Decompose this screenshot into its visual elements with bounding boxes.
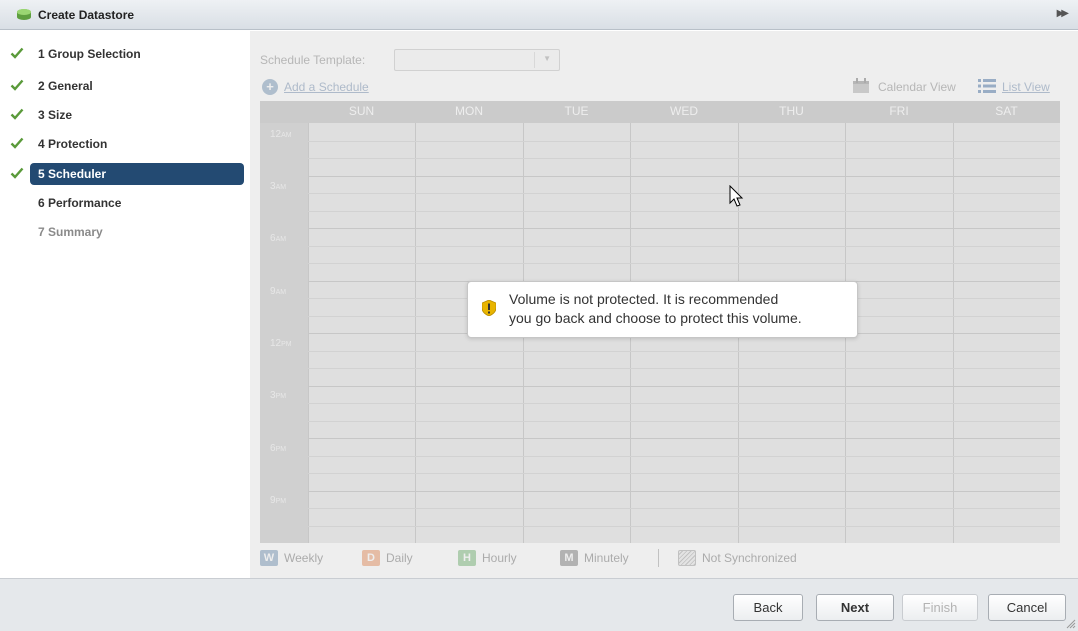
schedule-template-label: Schedule Template: (260, 53, 366, 67)
time-label: 9AM (270, 286, 287, 297)
calendar-icon (853, 78, 869, 93)
mouse-cursor-icon (729, 185, 744, 207)
day-header: TUE (564, 104, 589, 118)
day-header: SAT (995, 104, 1018, 118)
step-label: 7 Summary (38, 225, 103, 239)
hour-row-divider (308, 456, 1060, 457)
hour-row-divider (308, 193, 1060, 194)
hour-row-divider (308, 158, 1060, 159)
step-label: 3 Size (38, 108, 73, 122)
time-column: 12AM 3AM 6AM 9AM 12PM 3PM 6PM 9PM (260, 123, 308, 543)
step-performance[interactable]: 6 Performance (0, 192, 250, 214)
step-size[interactable]: 3 Size (0, 104, 250, 126)
hour-row-divider (308, 351, 1060, 352)
minutely-badge: M (560, 550, 578, 566)
hour-row-divider (308, 176, 1060, 177)
back-button[interactable]: Back (733, 594, 803, 621)
time-label: 12PM (270, 338, 292, 349)
step-label: 2 General (38, 79, 93, 93)
day-header: MON (455, 104, 483, 118)
dropdown-separator (534, 52, 535, 68)
step-label: 6 Performance (38, 196, 122, 210)
step-general[interactable]: 2 General (0, 75, 250, 97)
dialog-title-bar: Create Datastore ▶▶ (0, 0, 1078, 30)
hour-row-divider (308, 421, 1060, 422)
collapse-panel-icon[interactable]: ▶▶ (1057, 8, 1070, 19)
hour-row-divider (308, 246, 1060, 247)
hour-row-divider (308, 368, 1060, 369)
legend-label: Daily (386, 551, 413, 565)
hour-row-divider (308, 141, 1060, 142)
time-label: 6AM (270, 233, 287, 244)
next-button[interactable]: Next (816, 594, 894, 621)
calendar-view-label: Calendar View (878, 80, 956, 94)
hour-row-divider (308, 228, 1060, 229)
add-schedule-label: Add a Schedule (284, 80, 369, 94)
dialog-title: Create Datastore (38, 8, 135, 22)
list-view-label: List View (1002, 80, 1050, 94)
day-header: THU (779, 104, 804, 118)
check-icon (10, 79, 24, 91)
day-header: SUN (348, 104, 375, 118)
time-label: 3AM (270, 181, 287, 192)
time-label: 12AM (270, 129, 292, 140)
time-label: 6PM (270, 443, 287, 454)
step-group-selection[interactable]: 1 Group Selection (0, 43, 250, 65)
daily-badge: D (362, 550, 380, 566)
step-scheduler[interactable]: 5 Scheduler (0, 163, 250, 185)
legend-label: Minutely (584, 551, 629, 565)
check-icon (10, 137, 24, 149)
list-icon (978, 79, 996, 93)
check-icon (10, 47, 24, 59)
hour-row-divider (308, 473, 1060, 474)
hour-row-divider (308, 491, 1060, 492)
datastore-icon (17, 9, 31, 20)
warning-shield-icon (482, 300, 496, 316)
time-label: 3PM (270, 390, 287, 401)
step-protection[interactable]: 4 Protection (0, 133, 250, 155)
day-header: WED (670, 104, 698, 118)
step-label: 1 Group Selection (38, 47, 141, 61)
legend-label: Hourly (482, 551, 517, 565)
hour-row-divider (308, 526, 1060, 527)
check-icon (10, 108, 24, 120)
time-label: 9PM (270, 495, 287, 506)
legend-label: Weekly (284, 551, 324, 565)
finish-button: Finish (902, 594, 978, 621)
calendar-day-header: SUN MON TUE WED THU FRI SAT (260, 101, 1060, 123)
weekly-badge: W (260, 550, 278, 566)
legend-label: Not Synchronized (702, 551, 797, 565)
schedule-legend: W Weekly D Daily H Hourly M Minutely Not… (260, 549, 1060, 569)
step-label: 5 Scheduler (38, 167, 107, 181)
legend-divider (658, 549, 659, 567)
hour-row-divider (308, 263, 1060, 264)
add-icon: + (262, 79, 278, 95)
hour-row-divider (308, 508, 1060, 509)
unprotected-volume-warning: Volume is not protected. It is recommend… (467, 281, 858, 338)
hour-row-divider (308, 211, 1060, 212)
hour-row-divider (308, 403, 1060, 404)
cancel-button[interactable]: Cancel (988, 594, 1066, 621)
hourly-badge: H (458, 550, 476, 566)
wizard-steps-nav: 1 Group Selection 2 General 3 Size 4 Pro… (0, 31, 250, 578)
check-icon (10, 167, 24, 179)
step-summary: 7 Summary (0, 221, 250, 243)
step-label: 4 Protection (38, 137, 108, 151)
warning-message: Volume is not protected. It is recommend… (509, 291, 802, 326)
resize-grip-icon[interactable] (1066, 619, 1076, 629)
wizard-footer: Back Next Finish Cancel (0, 578, 1078, 631)
hour-row-divider (308, 438, 1060, 439)
chevron-down-icon: ▼ (543, 54, 551, 63)
day-header: FRI (889, 104, 909, 118)
schedule-template-dropdown[interactable]: ▼ (394, 49, 560, 71)
hatch-pattern-icon (678, 550, 696, 566)
hour-row-divider (308, 386, 1060, 387)
